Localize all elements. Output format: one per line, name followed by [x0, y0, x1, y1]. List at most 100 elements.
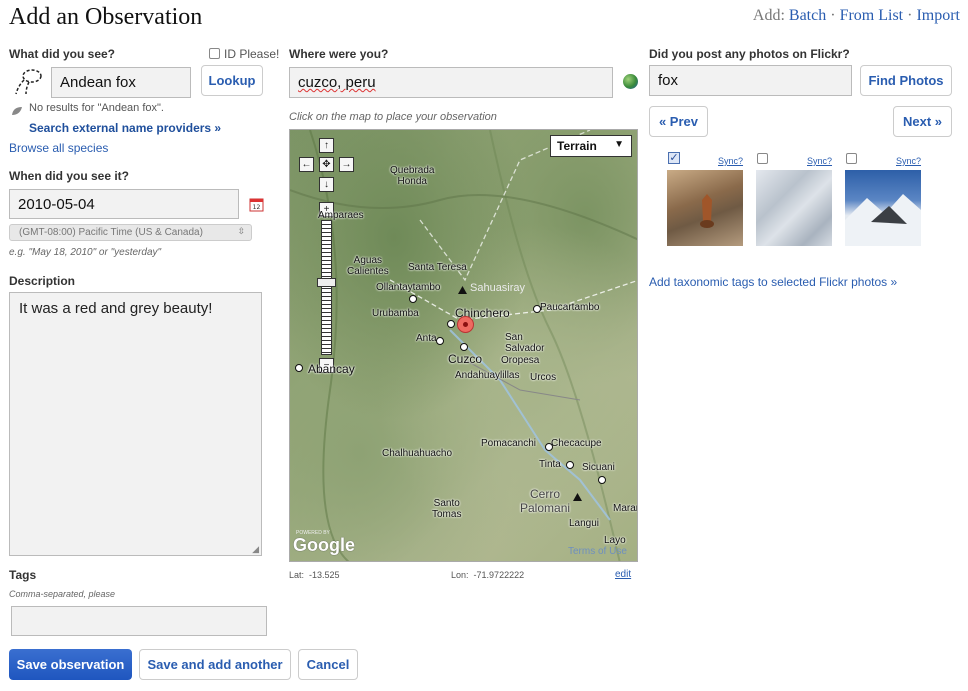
pan-left-icon[interactable]: ←: [299, 157, 314, 172]
map-label: Sicuani: [582, 462, 615, 473]
zoom-slider[interactable]: [321, 220, 332, 355]
map-label: Urubamba: [372, 308, 419, 319]
snow-photo-icon[interactable]: [756, 170, 832, 246]
search-external-link[interactable]: Search external name providers »: [29, 121, 221, 135]
photo-3-checkbox[interactable]: [846, 153, 857, 164]
marker-center: [463, 322, 468, 327]
species-input[interactable]: Andean fox: [51, 67, 191, 98]
calendar-icon[interactable]: 12: [249, 197, 264, 212]
location-input[interactable]: cuzco, peru: [289, 67, 613, 98]
map-label: Andahuaylillas: [455, 370, 520, 381]
description-text: It was a red and grey beauty!: [19, 300, 213, 317]
mountain-figure: [845, 194, 921, 246]
edit-coordinates-link[interactable]: edit: [615, 569, 631, 580]
chevron-down-icon: ▼: [614, 139, 624, 150]
lookup-button[interactable]: Lookup: [201, 65, 263, 96]
map-label: Oropesa: [501, 355, 540, 366]
pan-up-icon[interactable]: ↑: [319, 138, 334, 153]
date-label: When did you see it?: [9, 169, 130, 183]
longitude: Lon: -71.9722222: [451, 570, 524, 580]
location-label: Where were you?: [289, 47, 389, 61]
add-taxonomic-tags-link[interactable]: Add taxonomic tags to selected Flickr ph…: [649, 275, 897, 289]
id-please-label: ID Please!: [224, 47, 280, 61]
globe-icon[interactable]: [623, 74, 638, 89]
map-label: Cuzco: [448, 352, 483, 366]
save-and-add-another-button[interactable]: Save and add another: [139, 649, 291, 680]
browse-species-link[interactable]: Browse all species: [9, 141, 108, 155]
save-observation-button[interactable]: Save observation: [9, 649, 132, 680]
import-link[interactable]: Import: [916, 7, 960, 24]
map-label: Anta: [416, 333, 437, 344]
pan-right-icon[interactable]: →: [339, 157, 354, 172]
prev-page-button[interactable]: « Prev: [649, 106, 708, 137]
google-logo: Google: [293, 535, 355, 555]
map-label: Santa Teresa: [408, 262, 467, 273]
map-label: Cerro Palomani: [520, 487, 571, 515]
map-label: Tinta: [539, 459, 561, 470]
id-please-checkbox[interactable]: [209, 48, 220, 59]
tags-input[interactable]: [11, 606, 267, 636]
town-marker: [295, 364, 303, 372]
description-textarea[interactable]: It was a red and grey beauty! ◢: [9, 292, 262, 556]
lon-label: Lon:: [451, 570, 469, 580]
photo-3-sync-link[interactable]: Sync?: [896, 156, 921, 166]
town-marker: [460, 343, 468, 351]
map-label: Quebrada Honda: [390, 165, 435, 187]
separator: ·: [907, 7, 913, 24]
map-label: Pomacanchi: [481, 438, 537, 449]
photo-2-checkbox[interactable]: [757, 153, 768, 164]
map-label: San Salvador: [505, 332, 545, 354]
photo-2-sync-link[interactable]: Sync?: [807, 156, 832, 166]
map-label: Santo Tomas: [432, 498, 462, 520]
town-marker: [409, 295, 417, 303]
town-marker: [545, 443, 553, 451]
town-marker: [566, 461, 574, 469]
zoom-slider-handle[interactable]: [317, 278, 336, 287]
pan-down-icon[interactable]: ↓: [319, 177, 334, 192]
map-label: Marangani: [613, 503, 637, 514]
map-label: Aguas Calientes: [347, 255, 389, 277]
svg-text:12: 12: [253, 204, 261, 211]
separator: ·: [830, 7, 836, 24]
map-label: Abancay: [308, 362, 355, 376]
resize-handle-icon[interactable]: ◢: [252, 544, 259, 555]
find-photos-button[interactable]: Find Photos: [860, 65, 952, 96]
lat-label: Lat:: [289, 570, 305, 580]
mountain-photo-icon[interactable]: [845, 170, 921, 246]
map-type-select[interactable]: Terrain ▼: [550, 135, 632, 157]
terms-of-use-link[interactable]: Terms of Use: [568, 546, 627, 557]
fox-photo-icon[interactable]: [667, 170, 743, 246]
town-marker: [533, 305, 541, 313]
next-page-button[interactable]: Next »: [893, 106, 952, 137]
photo-1-sync-link[interactable]: Sync?: [718, 156, 743, 166]
location-value: cuzco, peru: [298, 74, 376, 91]
map-label: Langui: [569, 518, 600, 529]
timezone-value: (GMT-08:00) Pacific Time (US & Canada): [19, 227, 203, 238]
town-marker: [598, 476, 606, 484]
timezone-select[interactable]: (GMT-08:00) Pacific Time (US & Canada) ⇳: [9, 224, 252, 241]
leaf-icon: [11, 103, 23, 115]
pan-center-icon[interactable]: ✥: [319, 157, 334, 172]
observation-marker[interactable]: [457, 316, 474, 333]
map-label: Sahuasiray: [470, 282, 526, 294]
flickr-search-input[interactable]: fox: [649, 65, 852, 96]
map-hint: Click on the map to place your observati…: [289, 111, 497, 123]
town-marker: [436, 337, 444, 345]
lat-value: -13.525: [309, 570, 340, 580]
species-label: What did you see?: [9, 47, 116, 61]
from-list-link[interactable]: From List: [840, 7, 904, 24]
tags-hint: Comma-separated, please: [9, 589, 116, 599]
date-input[interactable]: 2010-05-04: [9, 189, 239, 219]
map-label: Layo: [604, 535, 626, 546]
batch-link[interactable]: Batch: [789, 7, 826, 24]
tags-label: Tags: [9, 568, 37, 582]
no-results-text: No results for "Andean fox".: [29, 102, 164, 114]
map-type-value: Terrain: [557, 139, 597, 153]
photo-1-checkbox-checked[interactable]: ✓: [668, 152, 680, 164]
map-label: Chalhuahuacho: [382, 448, 453, 459]
chevron-updown-icon: ⇳: [237, 226, 245, 236]
cancel-button[interactable]: Cancel: [298, 649, 358, 680]
page-title: Add an Observation: [9, 4, 203, 30]
latitude: Lat: -13.525: [289, 570, 340, 580]
map[interactable]: ↑ ← ✥ → ↓ + − Terrain ▼ Quebrada Honda A…: [289, 129, 638, 562]
